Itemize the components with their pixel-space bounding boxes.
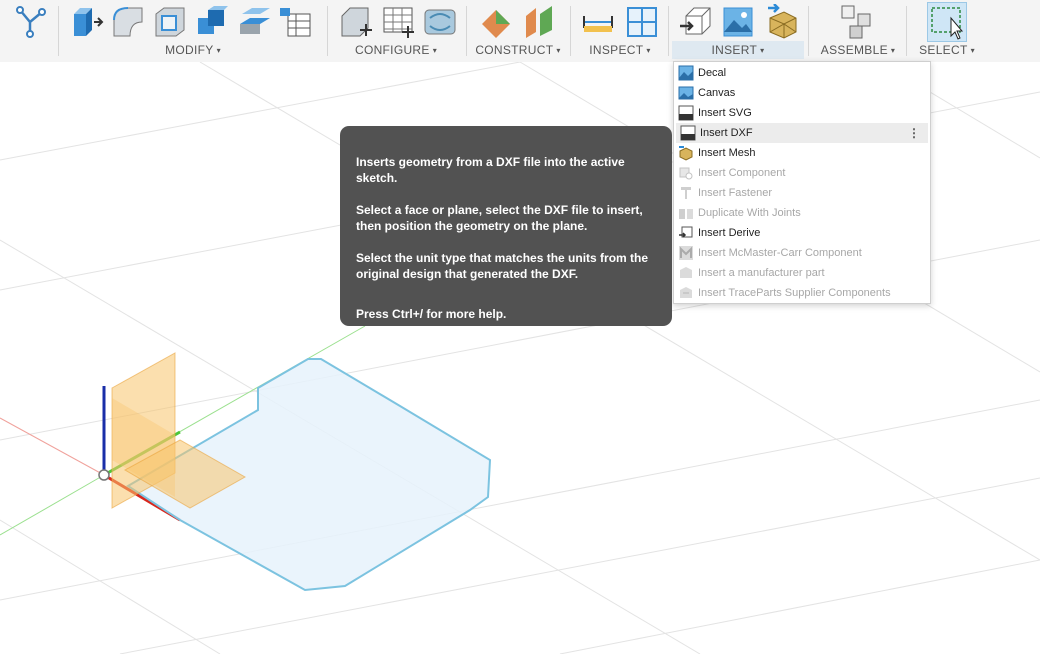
menu-item-insert-traceparts-supplier-components: Insert TraceParts Supplier Components — [674, 283, 930, 303]
select-menu-label[interactable]: SELECT ▾ — [910, 43, 984, 57]
insert-menu-label[interactable]: INSERT ▾ — [672, 43, 804, 57]
select-window-icon[interactable] — [929, 4, 965, 40]
insert-group: INSERT ▾ — [672, 0, 804, 62]
menu-item-label: Insert TraceParts Supplier Components — [698, 287, 891, 299]
select-group: SELECT ▾ — [910, 0, 984, 62]
menu-item-label: Insert SVG — [698, 107, 752, 119]
svg-file-icon — [678, 105, 694, 121]
configure-table-icon[interactable] — [380, 4, 416, 40]
menu-item-insert-derive[interactable]: Insert Derive — [674, 223, 930, 243]
menu-item-insert-mesh[interactable]: Insert Mesh — [674, 143, 930, 163]
fastener-icon — [678, 185, 694, 201]
configure-menu-label[interactable]: CONFIGURE ▾ — [330, 43, 462, 57]
change-parameters-icon[interactable] — [278, 4, 314, 40]
menu-item-label: Duplicate With Joints — [698, 207, 801, 219]
new-component-icon[interactable] — [840, 4, 876, 40]
menu-item-label: Insert Fastener — [698, 187, 772, 199]
insert-mesh-icon[interactable] — [764, 4, 800, 40]
menu-item-label: Insert Mesh — [698, 147, 756, 159]
menu-item-label: Insert Component — [698, 167, 786, 179]
manufacturer-part-icon — [678, 265, 694, 281]
component-icon — [678, 165, 694, 181]
insert-derive-icon[interactable] — [678, 4, 714, 40]
interference-icon[interactable] — [624, 4, 660, 40]
construct-midplane-icon[interactable] — [522, 4, 558, 40]
assemble-menu-label[interactable]: ASSEMBLE ▾ — [812, 43, 904, 57]
menu-item-insert-dxf[interactable]: Insert DXF ⋮ — [676, 123, 928, 143]
menu-item-insert-a-manufacturer-part: Insert a manufacturer part — [674, 263, 930, 283]
offset-face-icon[interactable] — [236, 4, 272, 40]
menu-item-insert-component: Insert Component — [674, 163, 930, 183]
tooltip-description: Inserts geometry from a DXF file into th… — [356, 155, 625, 185]
mcmaster-icon — [678, 245, 694, 261]
assemble-group: ASSEMBLE ▾ — [812, 0, 904, 62]
ribbon-toolbar: MODIFY ▾ CONFIGURE ▾ CONSTRUCT ▾ INSPECT… — [0, 0, 1040, 62]
modify-menu-label[interactable]: MODIFY ▾ — [62, 43, 324, 57]
insert-dropdown-menu: Decal Canvas Insert SVG Insert DXF ⋮ Insert M… — [673, 61, 931, 304]
decal-icon — [678, 65, 694, 81]
mesh-icon — [678, 145, 694, 161]
more-options-icon[interactable]: ⋮ — [908, 123, 920, 143]
configure-icon[interactable] — [338, 4, 374, 40]
origin-point[interactable] — [98, 469, 110, 481]
construct-menu-label[interactable]: CONSTRUCT ▾ — [470, 43, 566, 57]
tooltip-units-note: Select the unit type that matches the un… — [356, 251, 649, 281]
insert-dxf-tooltip: Inserts geometry from a DXF file into th… — [340, 126, 672, 326]
menu-item-label: Decal — [698, 67, 727, 79]
dxf-file-icon — [680, 125, 696, 141]
configure-theme-icon[interactable] — [422, 4, 458, 40]
combine-icon[interactable] — [194, 4, 230, 40]
menu-item-duplicate-with-joints: Duplicate With Joints — [674, 203, 930, 223]
traceparts-icon — [678, 285, 694, 301]
canvas-icon — [678, 85, 694, 101]
derive-icon — [678, 225, 694, 241]
menu-item-label: Insert Derive — [698, 227, 761, 239]
duplicate-joints-icon — [678, 205, 694, 221]
tooltip-instructions: Select a face or plane, select the DXF f… — [356, 203, 643, 233]
construct-plane-icon[interactable] — [478, 4, 514, 40]
configure-group: CONFIGURE ▾ — [330, 0, 462, 62]
measure-icon[interactable] — [580, 4, 616, 40]
menu-item-label: Insert McMaster-Carr Component — [698, 247, 862, 259]
menu-item-insert-fastener: Insert Fastener — [674, 183, 930, 203]
x-axis-line — [0, 417, 105, 476]
menu-item-insert-svg[interactable]: Insert SVG — [674, 103, 930, 123]
menu-item-label: Insert DXF — [700, 127, 753, 139]
fillet-icon[interactable] — [110, 4, 146, 40]
insert-canvas-icon[interactable] — [720, 4, 756, 40]
construct-group: CONSTRUCT ▾ — [470, 0, 566, 62]
menu-item-insert-mcmaster-carr-component: Insert McMaster-Carr Component — [674, 243, 930, 263]
press-pull-icon[interactable] — [68, 4, 104, 40]
inspect-group: INSPECT ▾ — [574, 0, 666, 62]
tooltip-help-hint: Press Ctrl+/ for more help. — [356, 307, 507, 321]
modify-group: MODIFY ▾ — [62, 0, 324, 62]
menu-item-label: Canvas — [698, 87, 736, 99]
inspect-menu-label[interactable]: INSPECT ▾ — [574, 43, 666, 57]
y-axis-line — [0, 474, 105, 536]
shell-icon[interactable] — [152, 4, 188, 40]
menu-item-label: Insert a manufacturer part — [698, 267, 825, 279]
menu-item-decal[interactable]: Decal — [674, 63, 930, 83]
create-form-icon[interactable] — [14, 4, 50, 40]
menu-item-canvas[interactable]: Canvas — [674, 83, 930, 103]
